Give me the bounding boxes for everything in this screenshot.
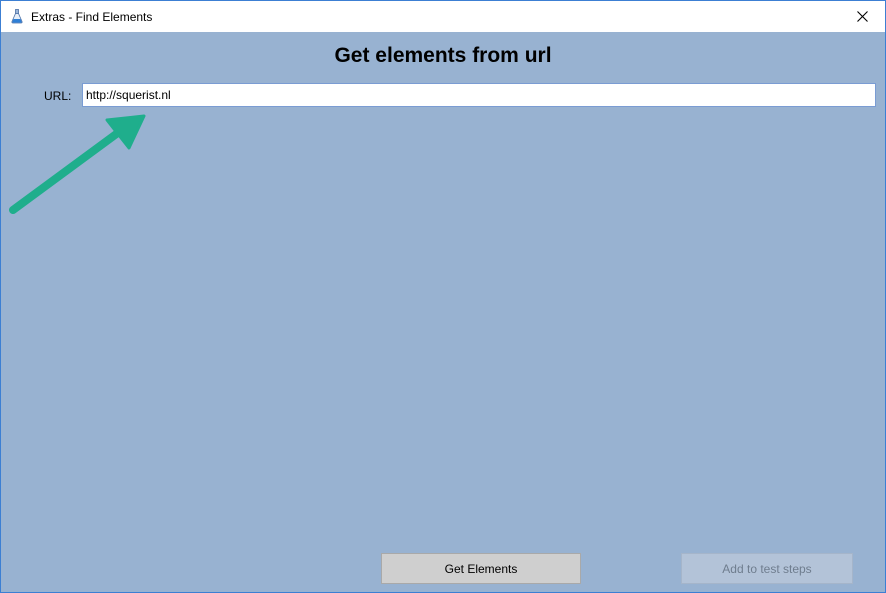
close-button[interactable] xyxy=(839,1,885,32)
get-elements-button[interactable]: Get Elements xyxy=(381,553,581,584)
app-window: Extras - Find Elements Get elements from… xyxy=(0,0,886,593)
add-to-test-steps-button[interactable]: Add to test steps xyxy=(681,553,853,584)
main-content: Get elements from url URL: Get Elements … xyxy=(1,32,885,592)
page-title: Get elements from url xyxy=(334,44,552,67)
window-title: Extras - Find Elements xyxy=(31,9,153,24)
title-bar: Extras - Find Elements xyxy=(1,1,885,32)
close-icon xyxy=(856,11,868,22)
url-label: URL: xyxy=(44,89,72,103)
url-input[interactable] xyxy=(82,83,876,107)
arrow-annotation xyxy=(9,114,146,214)
flask-icon xyxy=(10,9,24,25)
